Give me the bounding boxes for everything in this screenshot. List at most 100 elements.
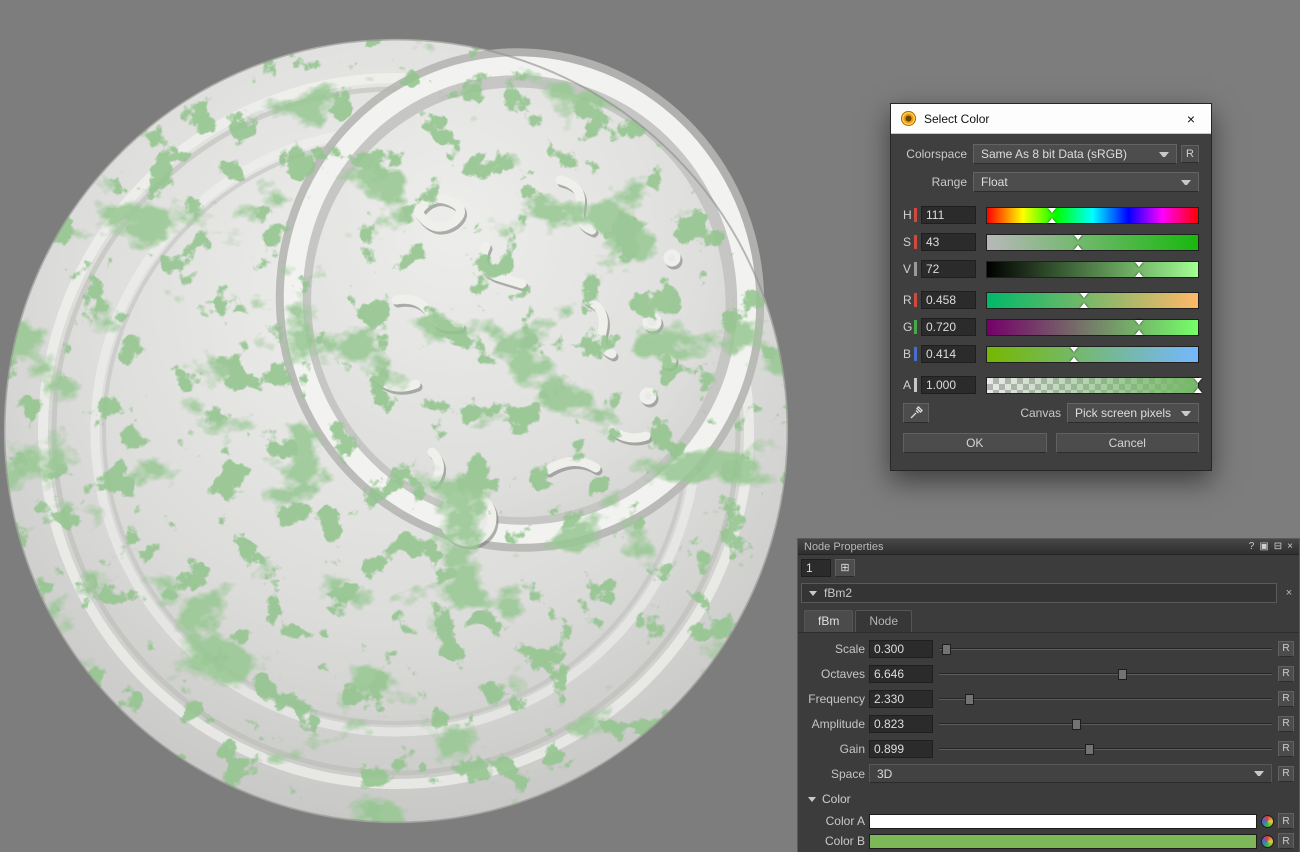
reset-color-a-button[interactable]: R	[1278, 813, 1294, 829]
ok-button[interactable]: OK	[903, 433, 1047, 453]
gain-value-input[interactable]	[869, 740, 933, 758]
color-a-swatch[interactable]	[869, 814, 1257, 829]
slider-handle[interactable]	[1194, 378, 1202, 383]
minimize-icon[interactable]: ⊟	[1274, 540, 1282, 554]
eyedropper-button[interactable]	[903, 403, 929, 423]
slider-handle[interactable]	[1135, 272, 1143, 277]
frequency-slider[interactable]	[939, 690, 1272, 708]
h-value-input[interactable]	[921, 206, 976, 224]
octaves-slider[interactable]	[939, 665, 1272, 683]
slider-thumb[interactable]	[965, 694, 974, 705]
channel-row-a: A	[903, 376, 1199, 394]
reset-space-button[interactable]: R	[1278, 766, 1294, 782]
param-row-amplitude: Amplitude R	[798, 711, 1299, 736]
channel-indicator	[914, 235, 917, 249]
slider-handle[interactable]	[1080, 293, 1088, 298]
tab-fbm[interactable]: fBm	[804, 610, 853, 632]
panel-titlebar[interactable]: Node Properties ? ▣ ⊟ ×	[798, 539, 1299, 555]
color-picker-icon[interactable]	[1261, 815, 1274, 828]
param-row-space: Space 3D R	[798, 761, 1299, 786]
slider-handle[interactable]	[1074, 245, 1082, 250]
slider-thumb[interactable]	[1072, 719, 1081, 730]
material-preview-sphere[interactable]	[0, 0, 800, 852]
slider-handle[interactable]	[1135, 330, 1143, 335]
tab-node[interactable]: Node	[855, 610, 912, 632]
slider-thumb[interactable]	[942, 644, 951, 655]
b-gradient-slider[interactable]	[986, 346, 1199, 363]
reset-gain-button[interactable]: R	[1278, 741, 1294, 757]
scale-slider[interactable]	[939, 640, 1272, 658]
r-value-input[interactable]	[921, 291, 976, 309]
scale-value-input[interactable]	[869, 640, 933, 658]
s-gradient-slider[interactable]	[986, 234, 1199, 251]
r-gradient-slider[interactable]	[986, 292, 1199, 309]
v-value-input[interactable]	[921, 260, 976, 278]
range-dropdown[interactable]: Float	[973, 172, 1199, 192]
slider-thumb[interactable]	[1118, 669, 1127, 680]
dialog-title: Select Color	[924, 112, 989, 126]
colorspace-dropdown[interactable]: Same As 8 bit Data (sRGB)	[973, 144, 1177, 164]
slider-handle[interactable]	[1048, 218, 1056, 223]
slider-handle[interactable]	[1135, 320, 1143, 325]
slider-thumb[interactable]	[1085, 744, 1094, 755]
dialog-titlebar[interactable]: Select Color ×	[891, 104, 1211, 134]
chevron-down-icon	[1181, 180, 1191, 189]
h-gradient-slider[interactable]	[986, 207, 1199, 224]
collapse-triangle-icon	[809, 591, 817, 596]
octaves-value-input[interactable]	[869, 665, 933, 683]
channel-indicator	[914, 208, 917, 222]
remove-node-icon[interactable]: ×	[1282, 587, 1296, 599]
viewport-3d[interactable]: Select Color × Colorspace Same As 8 bit …	[0, 0, 1300, 852]
a-gradient-slider[interactable]	[986, 377, 1199, 394]
node-header-fbm2[interactable]: fBm2	[801, 583, 1277, 603]
color-section-header[interactable]: Color	[798, 786, 1299, 811]
chevron-down-icon	[1254, 771, 1264, 780]
reset-amplitude-button[interactable]: R	[1278, 716, 1294, 732]
close-icon[interactable]: ×	[1181, 111, 1201, 127]
amplitude-value-input[interactable]	[869, 715, 933, 733]
canvas-dropdown[interactable]: Pick screen pixels	[1067, 403, 1199, 423]
slider-handle[interactable]	[1074, 235, 1082, 240]
slider-handle[interactable]	[1070, 347, 1078, 352]
color-row-a: Color A R	[798, 811, 1299, 831]
app-color-icon	[901, 111, 916, 126]
slider-handle[interactable]	[1080, 303, 1088, 308]
frequency-value-input[interactable]	[869, 690, 933, 708]
channel-indicator	[914, 262, 917, 276]
range-label: Range	[903, 175, 967, 189]
help-icon[interactable]: ?	[1249, 540, 1255, 554]
reset-scale-button[interactable]: R	[1278, 641, 1294, 657]
param-row-frequency: Frequency R	[798, 686, 1299, 711]
color-picker-icon[interactable]	[1261, 835, 1274, 848]
space-dropdown[interactable]: 3D	[869, 764, 1272, 783]
channel-row-v: V	[903, 260, 1199, 278]
a-value-input[interactable]	[921, 376, 976, 394]
reset-frequency-button[interactable]: R	[1278, 691, 1294, 707]
node-index-input[interactable]	[801, 559, 831, 577]
colorspace-label: Colorspace	[903, 147, 967, 161]
channel-row-s: S	[903, 233, 1199, 251]
dock-icon[interactable]: ▣	[1259, 540, 1268, 554]
param-row-octaves: Octaves R	[798, 661, 1299, 686]
chevron-down-icon	[1159, 152, 1169, 161]
slider-handle[interactable]	[1048, 208, 1056, 213]
amplitude-slider[interactable]	[939, 715, 1272, 733]
locate-node-button[interactable]: ⊞	[835, 559, 855, 577]
g-gradient-slider[interactable]	[986, 319, 1199, 336]
canvas-label: Canvas	[1020, 406, 1061, 420]
slider-handle[interactable]	[1070, 357, 1078, 362]
slider-handle[interactable]	[1194, 388, 1202, 393]
reset-colorspace-button[interactable]: R	[1181, 145, 1199, 163]
reset-color-b-button[interactable]: R	[1278, 833, 1294, 849]
channel-row-g: G	[903, 318, 1199, 336]
b-value-input[interactable]	[921, 345, 976, 363]
cancel-button[interactable]: Cancel	[1056, 433, 1200, 453]
color-b-swatch[interactable]	[869, 834, 1257, 849]
reset-octaves-button[interactable]: R	[1278, 666, 1294, 682]
slider-handle[interactable]	[1135, 262, 1143, 267]
gain-slider[interactable]	[939, 740, 1272, 758]
g-value-input[interactable]	[921, 318, 976, 336]
s-value-input[interactable]	[921, 233, 976, 251]
v-gradient-slider[interactable]	[986, 261, 1199, 278]
close-icon[interactable]: ×	[1287, 540, 1293, 554]
